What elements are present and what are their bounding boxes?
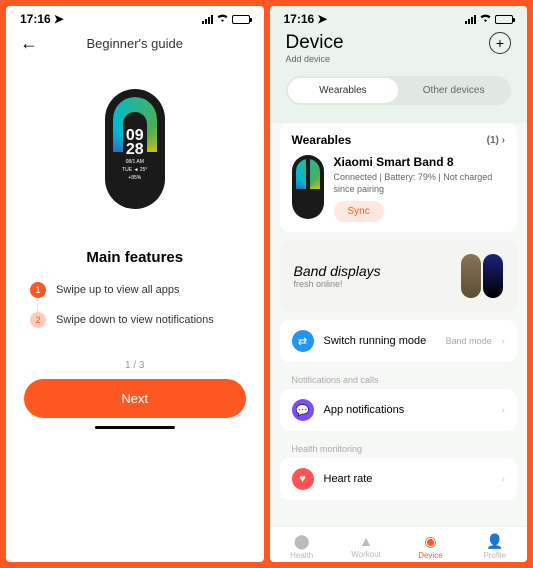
tab-device[interactable]: ◉Device	[398, 533, 462, 560]
header: ← Beginner's guide	[6, 28, 264, 59]
add-device-button[interactable]: +	[489, 32, 511, 54]
app-notifications-item[interactable]: 💬 App notifications ›	[280, 389, 518, 431]
banner-thumbnails	[461, 254, 503, 298]
wearables-section: Wearables (1) › 0928 08/1 AM Xiaomi Smar…	[280, 123, 518, 232]
tip-item: 2 Swipe down to view notifications	[30, 312, 240, 328]
status-bar: 17:16 ➤	[6, 6, 264, 28]
tip-number: 2	[30, 312, 46, 328]
section-header: Notifications and calls	[292, 375, 506, 385]
chat-icon: 💬	[292, 399, 314, 421]
chevron-right-icon: ›	[502, 405, 505, 416]
device-row[interactable]: 0928 08/1 AM Xiaomi Smart Band 8 Connect…	[292, 155, 506, 222]
heart-icon: ♥	[292, 468, 314, 490]
location-icon: ➤	[54, 12, 64, 26]
location-icon: ➤	[317, 12, 327, 26]
section-label: Wearables	[292, 133, 352, 147]
tab-bar: ⬤Health ▲Workout ◉Device 👤Profile	[270, 526, 528, 562]
right-screen: 17:16 ➤ Device Add device + Wearables Ot…	[270, 6, 528, 562]
battery-icon	[495, 15, 513, 24]
health-icon: ⬤	[270, 533, 334, 550]
workout-icon: ▲	[334, 533, 398, 549]
page-title: Device	[286, 32, 344, 54]
page-subtitle: Add device	[286, 54, 344, 64]
tab-profile[interactable]: 👤Profile	[463, 533, 527, 560]
chevron-right-icon: ›	[502, 474, 505, 485]
status-bar: 17:16 ➤	[270, 6, 528, 28]
section-header: Health monitoring	[292, 444, 506, 454]
switch-running-mode-item[interactable]: ⇄ Switch running mode Band mode ›	[280, 320, 518, 362]
band-displays-banner[interactable]: Band displays fresh online!	[280, 240, 518, 312]
banner-title: Band displays	[294, 263, 381, 279]
tab-workout[interactable]: ▲Workout	[334, 533, 398, 560]
tab-other-devices[interactable]: Other devices	[398, 78, 509, 103]
tips-list: 1 Swipe up to view all apps 2 Swipe down…	[30, 282, 240, 342]
battery-icon	[232, 15, 250, 24]
section-count[interactable]: (1) ›	[487, 135, 505, 146]
device-thumbnail: 0928 08/1 AM	[292, 155, 324, 219]
tab-health[interactable]: ⬤Health	[270, 533, 334, 560]
main-features-heading: Main features	[6, 249, 264, 266]
tip-number: 1	[30, 282, 46, 298]
tab-wearables[interactable]: Wearables	[288, 78, 399, 103]
heart-rate-item[interactable]: ♥ Heart rate ›	[280, 458, 518, 500]
segment-control: Wearables Other devices	[286, 76, 512, 105]
device-name: Xiaomi Smart Band 8	[334, 155, 506, 169]
signal-icon	[465, 15, 476, 24]
status-time: 17:16	[20, 12, 51, 26]
chevron-right-icon: ›	[502, 336, 505, 347]
profile-icon: 👤	[463, 533, 527, 550]
back-arrow-icon[interactable]: ←	[20, 33, 38, 54]
left-screen: 17:16 ➤ ← Beginner's guide 0928 08/1 AM …	[6, 6, 264, 562]
home-indicator[interactable]	[95, 426, 175, 429]
swap-icon: ⇄	[292, 330, 314, 352]
band-illustration: 0928 08/1 AM TUE ◄ 25° +85%	[105, 89, 165, 209]
device-header: Device Add device +	[270, 28, 528, 72]
sync-button[interactable]: Sync	[334, 201, 384, 222]
next-button[interactable]: Next	[24, 379, 246, 418]
device-icon: ◉	[398, 533, 462, 550]
header-title: Beginner's guide	[87, 36, 183, 51]
banner-subtitle: fresh online!	[294, 279, 381, 289]
wifi-icon	[216, 12, 229, 26]
wifi-icon	[479, 12, 492, 26]
pager: 1 / 3	[6, 360, 264, 371]
signal-icon	[202, 15, 213, 24]
tip-item: 1 Swipe up to view all apps	[30, 282, 240, 298]
device-status: Connected | Battery: 79% | Not charged s…	[334, 172, 506, 195]
status-time: 17:16	[284, 12, 315, 26]
